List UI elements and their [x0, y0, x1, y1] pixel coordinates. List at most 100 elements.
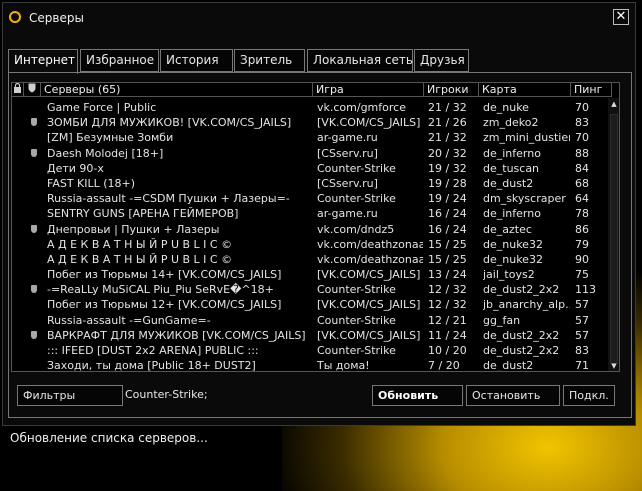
column-header-ping[interactable]: Пинг [571, 83, 612, 97]
cell-players: 16 / 24 [428, 207, 467, 221]
tab-spectator[interactable]: Зритель [234, 49, 305, 72]
table-row[interactable]: А Д Е К В А Т Н Ы Й P U B L I C © vk.com/… [12, 252, 608, 267]
table-row[interactable]: Дети 90-х Counter-Strike 19 / 32 de_tuscan 8… [12, 161, 608, 176]
cell-map: de_tuscan [483, 161, 540, 175]
tab-favorites[interactable]: Избранное [80, 49, 159, 72]
cell-ping: 68 [575, 176, 589, 190]
stop-button[interactable]: Остановить [466, 385, 560, 406]
server-rows: Game Force | Public vk.com/gmforce 21 / 32… [12, 100, 608, 372]
refresh-button[interactable]: Обновить [372, 385, 463, 406]
table-row[interactable]: Russia-assault -=CSDM Пушки + Лазеры=- Co… [12, 191, 608, 206]
cell-map: de_inferno [483, 146, 541, 160]
close-icon: ✕ [615, 9, 627, 24]
cell-players: 12 / 21 [428, 313, 467, 327]
cell-players: 12 / 32 [428, 298, 467, 312]
cell-name: ВАРКРАФТ ДЛЯ МУЖИКОВ [VK.COM/CS_JAILS] [47, 328, 306, 342]
tab-internet[interactable]: Интернет [8, 49, 78, 74]
scroll-down-arrow-icon[interactable]: ▼ [609, 360, 619, 371]
cell-name: ::: IFEED [DUST 2x2 ARENA] PUBLIC ::: [47, 344, 259, 357]
cell-players: 11 / 24 [428, 328, 467, 342]
tab-lan[interactable]: Локальная сеть [307, 49, 413, 72]
cell-game: vk.com/gmforce [317, 101, 406, 114]
column-header-map[interactable]: Карта [479, 83, 571, 97]
table-row[interactable]: SENTRY GUNS [АРЕНА ГЕЙМЕРОВ] ar-game.ru 16… [12, 206, 608, 221]
cell-name: Russia-assault -=GunGame=- [47, 313, 211, 327]
cell-ping: 70 [575, 131, 589, 145]
cell-map: de_nuke32 [483, 252, 543, 266]
table-row[interactable]: Днепровьи | Пушки + Лазеры vk.com/dndz5 16… [12, 222, 608, 237]
column-header-players[interactable]: Игроки [424, 83, 479, 97]
cell-name: [ZM] Безумные Зомби [47, 131, 174, 145]
cell-players: 19 / 32 [428, 161, 467, 175]
tab-friends[interactable]: Друзья [414, 49, 469, 72]
cell-map: jail_toys2 [483, 268, 535, 282]
scroll-up-arrow-icon[interactable]: ▲ [609, 98, 619, 110]
cell-players: 15 / 25 [428, 237, 467, 251]
cell-name: Побег из Тюрьмы 14+ [VK.COM/CS_JAILS] [47, 268, 282, 282]
cell-players: 16 / 24 [428, 222, 467, 236]
table-row[interactable]: ЗОМБИ ДЛЯ МУЖИКОВ! [VK.COM/CS_JAILS] [VK.… [12, 115, 608, 130]
window-title: Серверы [29, 11, 84, 25]
column-header-secure[interactable] [24, 83, 41, 97]
title-bar[interactable]: Серверы ✕ [3, 3, 635, 33]
cell-map: de_dust2 [483, 176, 534, 190]
filter-summary: Counter-Strike; [125, 388, 208, 401]
table-row[interactable]: Daesh Molodej [18+] [CSserv.ru] 20 / 32 de_… [12, 146, 608, 161]
cell-game: Ты дома! [317, 359, 370, 372]
cell-ping: 83 [575, 116, 589, 130]
lock-icon [14, 83, 21, 93]
cell-ping: 75 [575, 268, 589, 282]
table-row[interactable]: Russia-assault -=GunGame=- Counter-Strike… [12, 313, 608, 328]
cell-ping: 57 [575, 298, 589, 312]
table-row[interactable]: -=ReaLLy MuSiCAL Piu_Piu SeRvE�^18+ Count… [12, 282, 608, 297]
list-scrollbar[interactable]: ▲ ▼ [608, 98, 619, 371]
connect-button[interactable]: Подкл. [563, 385, 615, 406]
cell-game: [CSserv.ru] [317, 176, 378, 190]
shield-icon [28, 83, 36, 93]
table-row[interactable]: А Д Е К В А Т Н Ы Й P U B L I C © vk.com/… [12, 237, 608, 252]
cell-players: 12 / 32 [428, 283, 467, 297]
list-header: Серверы (65) Игра Игроки Карта Пинг [12, 83, 612, 97]
cell-game: Counter-Strike [317, 192, 396, 206]
cell-ping: 84 [575, 161, 589, 175]
secure-shield-icon [31, 148, 37, 157]
cell-name: Daesh Molodej [18+] [47, 146, 164, 160]
column-header-game[interactable]: Игра [313, 83, 424, 97]
table-row[interactable]: Побег из Тюрьмы 12+ [VK.COM/CS_JAILS] [VK… [12, 297, 608, 312]
table-row[interactable]: [ZM] Безумные Зомби ar-game.ru 21 / 32 zm_m… [12, 130, 608, 145]
filters-button[interactable]: Фильтры [17, 385, 123, 406]
table-row[interactable]: Заходи, ты дома [Public 18+ DUST2] Ты дом… [12, 358, 608, 372]
cell-name: FAST KILL (18+) [47, 176, 136, 190]
cell-name: Дети 90-х [47, 161, 104, 175]
column-header-password[interactable] [12, 83, 24, 97]
table-row[interactable]: Побег из Тюрьмы 14+ [VK.COM/CS_JAILS] [VK… [12, 267, 608, 282]
cell-players: 20 / 32 [428, 146, 467, 160]
table-row[interactable]: FAST KILL (18+) [CSserv.ru] 19 / 28 de_dust… [12, 176, 608, 191]
cell-ping: 79 [575, 237, 589, 251]
table-row[interactable]: ВАРКРАФТ ДЛЯ МУЖИКОВ [VK.COM/CS_JAILS] [V… [12, 328, 608, 343]
cell-name: SENTRY GUNS [АРЕНА ГЕЙМЕРОВ] [47, 207, 239, 221]
tab-history[interactable]: История [160, 49, 233, 72]
column-header-servers[interactable]: Серверы (65) [41, 83, 313, 97]
cell-game: vk.com/deathzonaa [317, 237, 423, 251]
scroll-thumb[interactable] [610, 114, 618, 364]
cell-map: zm_deko2 [483, 116, 539, 130]
server-list[interactable]: Серверы (65) Игра Игроки Карта Пинг Game… [11, 82, 620, 372]
cell-ping: 90 [575, 252, 589, 266]
cell-name: ЗОМБИ ДЛЯ МУЖИКОВ! [VK.COM/CS_JAILS] [47, 116, 292, 130]
close-button[interactable]: ✕ [613, 9, 629, 25]
cell-name: А Д Е К В А Т Н Ы Й P U B L I C © [47, 252, 233, 266]
cell-name: Game Force | Public [47, 101, 157, 114]
cell-ping: 78 [575, 207, 589, 221]
cell-map: de_aztec [483, 222, 532, 236]
cell-game: [VK.COM/CS_JAILS] [317, 328, 421, 342]
cell-game: [VK.COM/CS_JAILS] [317, 298, 421, 312]
cell-game: vk.com/dndz5 [317, 222, 395, 236]
secure-shield-icon [31, 330, 37, 339]
cell-name: Побег из Тюрьмы 12+ [VK.COM/CS_JAILS] [47, 298, 282, 312]
table-row[interactable]: Game Force | Public vk.com/gmforce 21 / 32… [12, 100, 608, 115]
cell-ping: 86 [575, 222, 589, 236]
secure-shield-icon [31, 118, 37, 127]
table-row[interactable]: ::: IFEED [DUST 2x2 ARENA] PUBLIC ::: Cou… [12, 343, 608, 358]
status-text: Обновление списка серверов... [10, 431, 208, 445]
